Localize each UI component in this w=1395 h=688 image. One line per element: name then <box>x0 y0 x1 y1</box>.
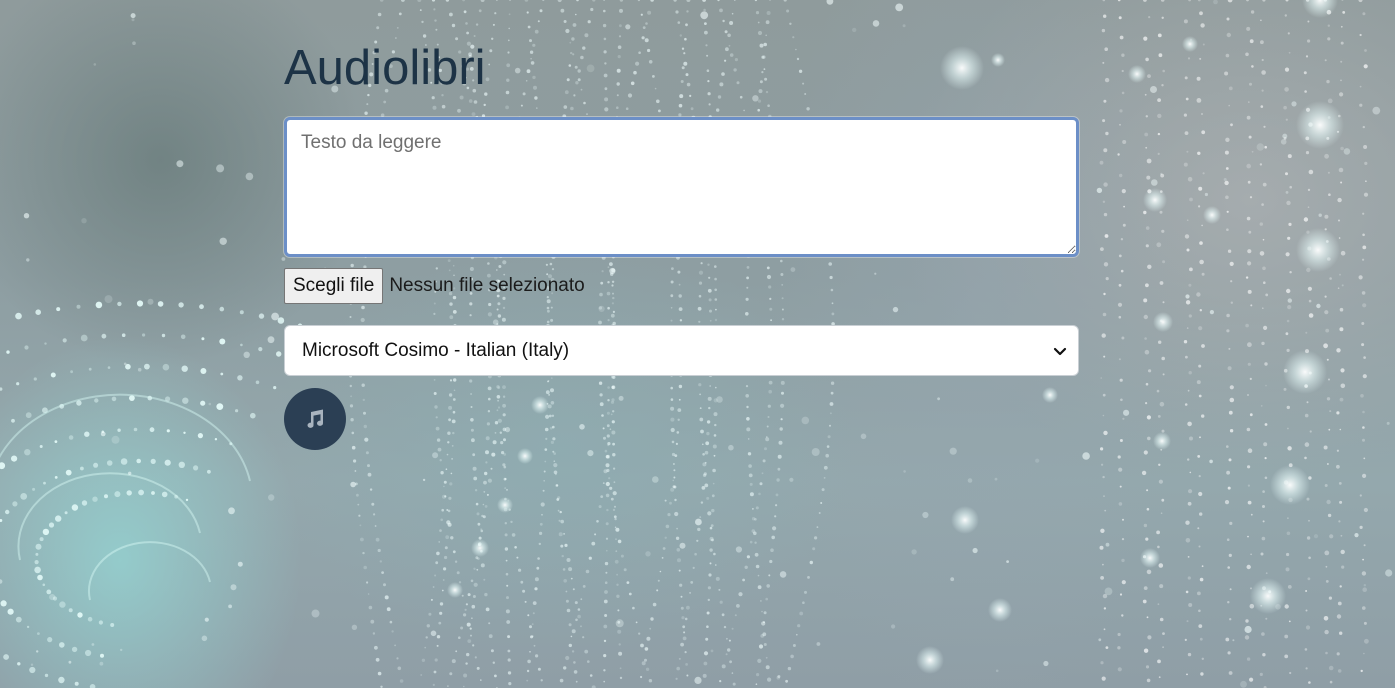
voice-select-value: Microsoft Cosimo - Italian (Italy) <box>302 339 570 361</box>
file-picker: Scegli file Nessun file selezionato <box>284 268 585 304</box>
choose-file-button[interactable]: Scegli file <box>284 268 384 304</box>
text-to-read-input[interactable] <box>284 117 1079 257</box>
chevron-down-icon <box>1053 347 1067 355</box>
music-note-icon <box>307 409 324 428</box>
voice-select[interactable]: Microsoft Cosimo - Italian (Italy) <box>284 325 1079 376</box>
generate-audio-button[interactable] <box>284 388 346 450</box>
page-title: Audiolibri <box>284 41 486 95</box>
file-status-text: Nessun file selezionato <box>389 275 585 296</box>
